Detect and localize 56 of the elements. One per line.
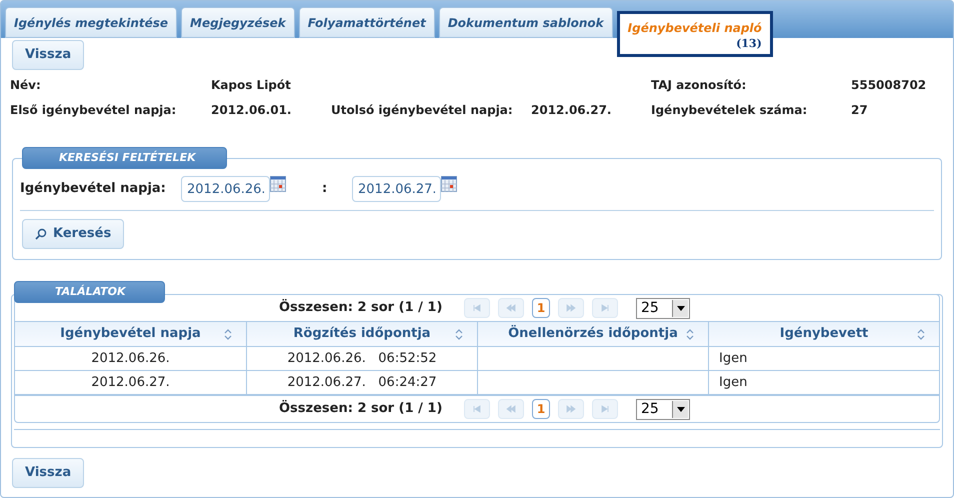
column-header[interactable]: Igénybevett <box>708 322 939 347</box>
field-label: Igénybevételek száma: <box>651 102 808 119</box>
row-count-summary: Összesen: 2 sor (1 / 1) <box>279 298 444 318</box>
skip-icon <box>599 403 611 415</box>
double-arrow-icon <box>565 302 577 314</box>
sort-icon[interactable] <box>455 329 463 340</box>
tab-count: (13) <box>736 36 762 52</box>
page-size-select[interactable]: 25 <box>636 298 690 318</box>
sort-icon[interactable] <box>686 329 694 340</box>
column-header[interactable]: Igénybevétel napja <box>15 322 246 347</box>
back-button[interactable]: Vissza <box>12 458 84 488</box>
table-cell: 2012.06.26. 06:52:52 <box>246 347 477 371</box>
skip-icon <box>599 302 611 314</box>
date-to-field[interactable]: 2012.06.27. <box>352 176 441 202</box>
column-header[interactable]: Önellenörzés időpontja <box>477 322 708 347</box>
table-cell: Igen <box>708 347 939 371</box>
tab[interactable]: Igénylés megtekintése <box>5 7 178 38</box>
tab[interactable]: Dokumentum sablonok <box>438 7 613 38</box>
table-cell: 2012.06.26. <box>15 347 246 371</box>
search-icon <box>35 228 47 240</box>
double-arrow-icon <box>565 403 577 415</box>
field-label: Utolsó igénybevétel napja: <box>331 102 514 119</box>
table-cell: 2012.06.27. 06:24:27 <box>246 371 477 395</box>
sort-icon[interactable] <box>224 329 232 340</box>
field-value: Kapos Lipót <box>211 77 292 94</box>
skip-icon <box>471 403 483 415</box>
field-value: 555008702 <box>851 77 928 94</box>
field-value: 2012.06.01. <box>211 102 292 119</box>
dropdown-arrow-icon <box>676 306 684 310</box>
date-label: Igénybevétel napja: <box>20 180 167 198</box>
panel-legend: KERESÉSI FELTÉTELEK <box>22 147 227 169</box>
calendar-icon[interactable] <box>441 176 457 192</box>
table-cell: Igen <box>708 371 939 395</box>
skip-icon <box>471 302 483 314</box>
double-arrow-icon <box>505 403 517 415</box>
calendar-icon[interactable] <box>270 176 286 192</box>
back-button[interactable]: Vissza <box>12 40 84 70</box>
tab[interactable]: Igénybevételi napló (13) <box>616 11 773 57</box>
field-value: 2012.06.27. <box>531 102 612 119</box>
field-value: 27 <box>851 102 869 119</box>
search-button[interactable]: Keresés <box>22 219 124 249</box>
sort-icon[interactable] <box>917 329 925 340</box>
tab[interactable]: Folyamattörténet <box>298 7 435 38</box>
field-label: Első igénybevétel napja: <box>10 102 178 119</box>
table-cell: 2012.06.27. <box>15 371 246 395</box>
page-size-select[interactable]: 25 <box>636 398 690 420</box>
row-count-summary: Összesen: 2 sor (1 / 1) <box>279 399 444 418</box>
range-separator: : <box>322 180 328 198</box>
field-label: Név: <box>10 77 42 94</box>
panel-legend: TALÁLATOK <box>14 281 165 303</box>
tab[interactable]: Megjegyzések <box>181 7 295 38</box>
dropdown-arrow-icon <box>676 406 684 412</box>
date-from-field[interactable]: 2012.06.26. <box>181 176 270 202</box>
field-label: TAJ azonosító: <box>651 77 748 94</box>
double-arrow-icon <box>505 302 517 314</box>
column-header[interactable]: Rögzítés időpontja <box>246 322 477 347</box>
